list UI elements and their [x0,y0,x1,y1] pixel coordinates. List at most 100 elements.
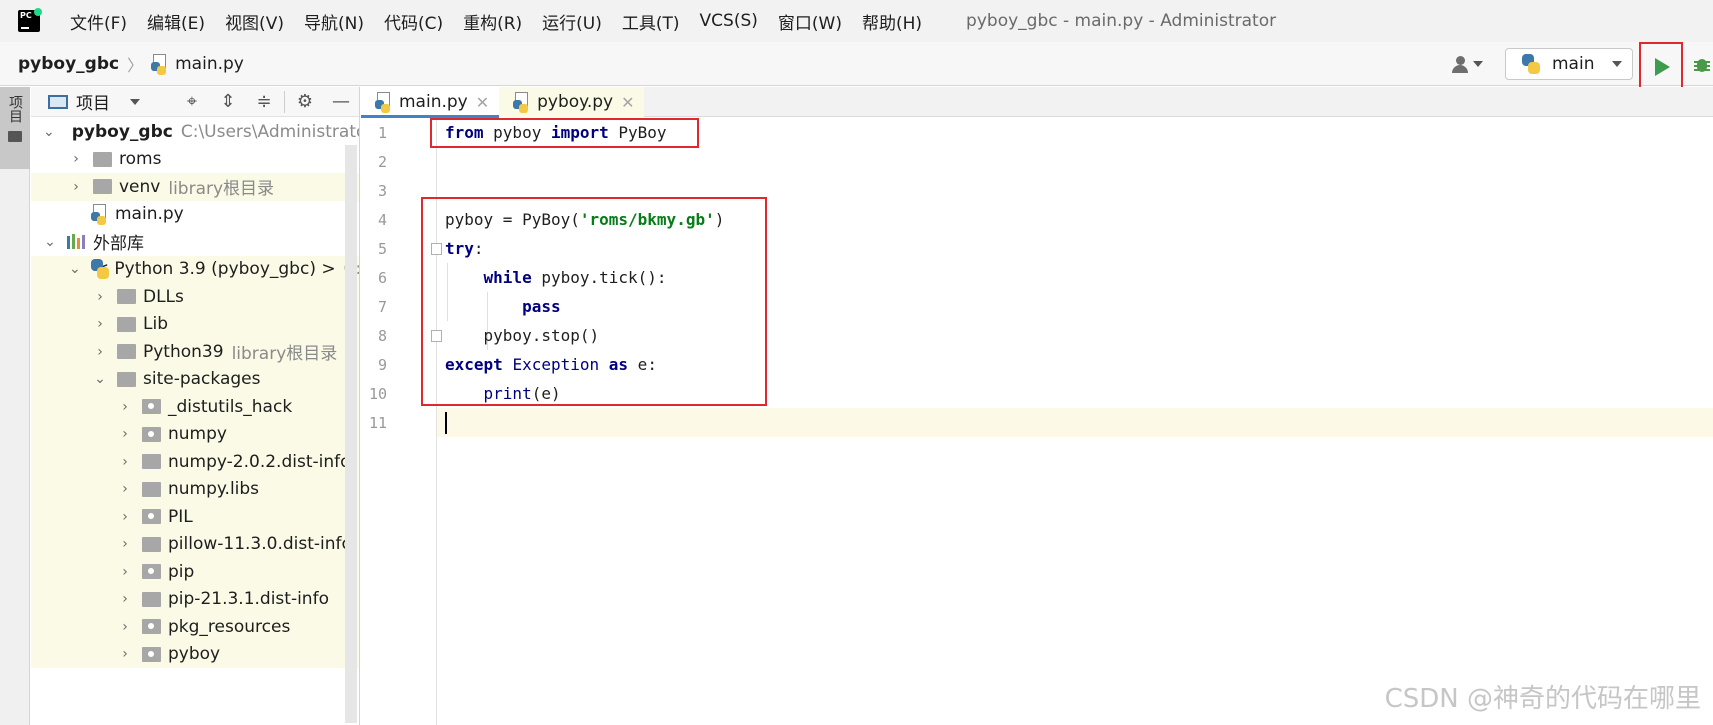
tree-item[interactable]: › pkg_resources [31,613,359,641]
watermark-text: CSDN @神奇的代码在哪里 [1384,684,1701,714]
line-number: 8 [377,327,387,345]
tree-item[interactable]: › pyboy [31,640,359,668]
bug-icon [1694,55,1710,73]
folder-icon [8,131,22,142]
tree-item[interactable]: › pillow-11.3.0.dist-info [31,530,359,558]
tree-item[interactable]: main.py [31,201,359,229]
breadcrumb-project[interactable]: pyboy_gbc [18,54,119,74]
close-icon[interactable]: ✕ [621,93,634,112]
tree-item[interactable]: ⌄ 外部库 [31,228,359,256]
folder-icon [142,591,161,607]
chevron-right-icon[interactable]: › [118,481,132,497]
line-number: 7 [377,298,387,316]
chevron-right-icon[interactable]: › [118,536,132,552]
close-icon[interactable]: ✕ [476,93,489,112]
menu-tools[interactable]: 工具(T) [612,9,690,34]
tree-item-label: Python39 [143,341,224,362]
tree-item[interactable]: › _distutils_hack [31,393,359,421]
debug-button[interactable] [1691,52,1713,76]
project-view-selector[interactable]: 项目 [76,89,110,114]
library-icon [67,234,86,250]
menu-run[interactable]: 运行(U) [532,9,612,34]
tree-item[interactable]: › venv library根目录 [31,173,359,201]
tree-item[interactable]: › numpy.libs [31,475,359,503]
tree-item[interactable]: › PIL [31,503,359,531]
run-configuration-selector[interactable]: main [1505,48,1633,80]
locate-file-icon[interactable]: ⌖ [174,87,210,117]
chevron-right-icon[interactable]: › [118,646,132,662]
chevron-down-icon[interactable]: ⌄ [43,234,57,250]
chevron-down-icon [1473,61,1483,67]
gear-icon[interactable]: ⚙ [287,87,323,117]
tab-main-py[interactable]: main.py ✕ [361,87,500,118]
vcs-user-button[interactable] [1451,55,1483,73]
project-view-icon [48,94,68,109]
tree-item-hint: C:\Users\Administrator [180,121,360,142]
chevron-down-icon[interactable] [130,98,140,105]
line-number: 10 [368,385,387,403]
folder-icon [117,316,136,332]
menu-bar: PC 文件(F) 编辑(E) 视图(V) 导航(N) 代码(C) 重构(R) 运… [0,0,1713,42]
ide-window: PC 文件(F) 编辑(E) 视图(V) 导航(N) 代码(C) 重构(R) 运… [0,0,1713,725]
header-divider [284,90,285,113]
tree-item-label: pip-21.3.1.dist-info [168,589,329,610]
tree-item[interactable]: › Lib [31,310,359,338]
toolbar-right: main [1451,42,1713,92]
chevron-right-icon[interactable]: › [118,619,132,635]
tab-pyboy-py[interactable]: pyboy.py ✕ [499,87,645,117]
tree-item[interactable]: ⌄ pyboy_gbc C:\Users\Administrator [31,118,360,146]
tree-item[interactable]: › DLLs [31,283,359,311]
menu-refactor[interactable]: 重构(R) [453,9,532,34]
chevron-right-icon[interactable]: › [69,179,83,195]
chevron-right-icon[interactable]: › [93,289,107,305]
menu-code[interactable]: 代码(C) [374,9,453,34]
menu-view[interactable]: 视图(V) [215,9,294,34]
tree-item[interactable]: ⌄< Python 3.9 (pyboy_gbc) >C:\ [31,255,359,283]
tree-item-label: pkg_resources [168,616,291,637]
chevron-down-icon[interactable]: ⌄ [69,261,81,277]
tree-item[interactable]: › roms [31,146,359,174]
chevron-right-icon[interactable]: › [118,399,132,415]
menu-file[interactable]: 文件(F) [60,9,137,34]
hide-panel-icon[interactable]: — [323,87,359,117]
line-number: 5 [377,240,387,258]
tree-item[interactable]: › pip [31,558,359,586]
line-number: 3 [377,182,387,200]
tree-item[interactable]: › Python39 library根目录 [31,338,359,366]
breadcrumb-file-label: main.py [175,53,244,74]
tree-item-label: pillow-11.3.0.dist-info [168,534,352,555]
chevron-right-icon[interactable]: › [118,454,132,470]
folder-icon [93,151,112,167]
tree-item[interactable]: ⌄ site-packages [31,365,359,393]
menu-window[interactable]: 窗口(W) [768,9,852,34]
tree-item-label: venv [119,176,161,197]
chevron-down-icon[interactable]: ⌄ [93,371,107,387]
expand-all-icon[interactable]: ⇕ [210,87,246,117]
tree-item[interactable]: › pip-21.3.1.dist-info [31,585,359,613]
project-panel-header: 项目 ⌖ ⇕ ≑ ⚙ — [31,87,359,117]
chevron-right-icon[interactable]: › [118,509,132,525]
run-button[interactable] [1639,42,1683,92]
python-file-icon [375,92,393,113]
line-number: 2 [377,153,387,171]
tree-item[interactable]: › numpy-2.0.2.dist-info [31,448,359,476]
project-tool-tab[interactable]: 项目 [0,87,30,169]
chevron-down-icon[interactable]: ⌄ [43,124,55,140]
menu-help[interactable]: 帮助(H) [852,9,932,34]
menu-vcs[interactable]: VCS(S) [690,11,768,31]
project-tree-scrollbar[interactable] [345,145,357,723]
chevron-right-icon[interactable]: › [118,426,132,442]
menu-navigate[interactable]: 导航(N) [294,9,374,34]
play-icon [1655,58,1670,76]
line-number: 6 [377,269,387,287]
collapse-all-icon[interactable]: ≑ [246,87,282,117]
chevron-right-icon[interactable]: › [93,316,107,332]
chevron-right-icon[interactable]: › [69,151,83,167]
menu-edit[interactable]: 编辑(E) [137,9,215,34]
tree-item[interactable]: › numpy [31,420,359,448]
chevron-right-icon[interactable]: › [118,564,132,580]
chevron-right-icon[interactable]: › [118,591,132,607]
chevron-right-icon[interactable]: › [93,344,107,360]
project-tool-tab-label: 项目 [7,95,23,123]
breadcrumb-file[interactable]: main.py [151,53,244,75]
